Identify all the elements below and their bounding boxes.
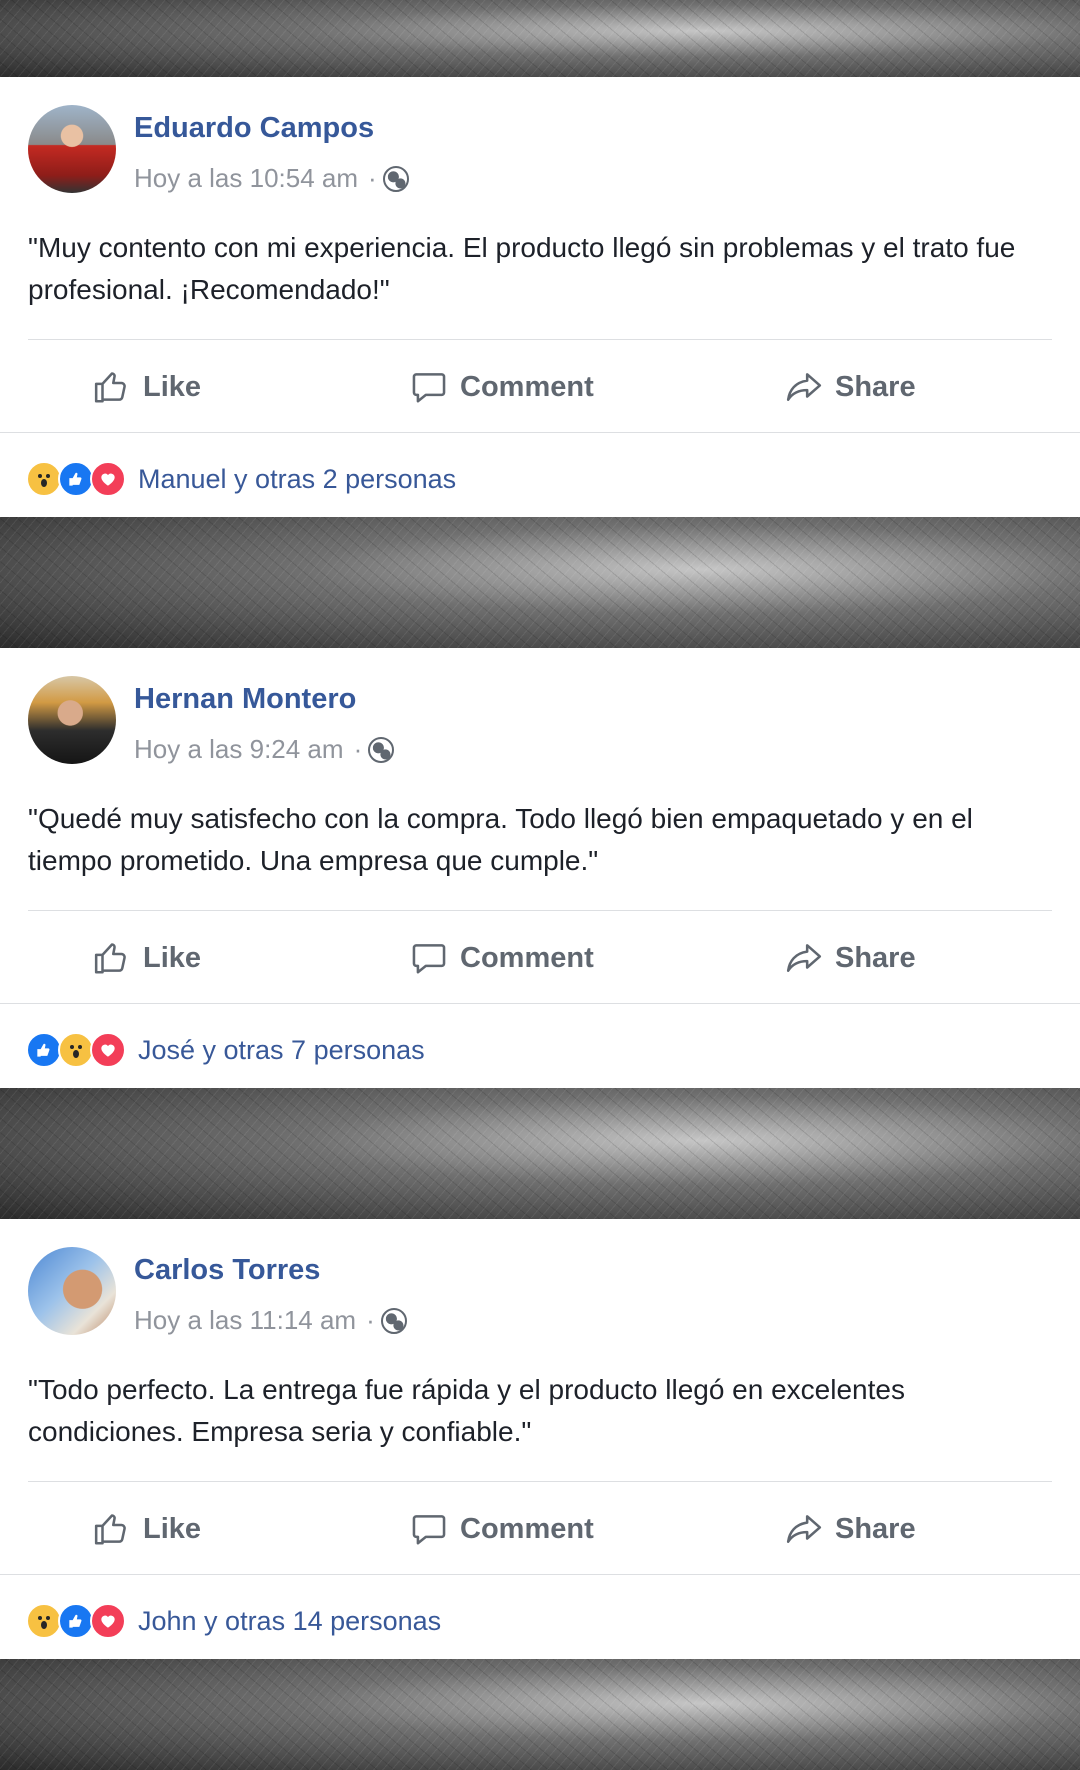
- author-name[interactable]: Eduardo Campos: [134, 112, 374, 145]
- like-label: Like: [143, 1512, 202, 1545]
- avatar[interactable]: [28, 676, 116, 764]
- share-label: Share: [835, 941, 916, 974]
- like-button[interactable]: Like: [93, 367, 201, 407]
- post-meta: Hoy a las 11:14 am ·: [134, 1305, 407, 1336]
- reactions-bar[interactable]: Manuel y otras 2 personas: [26, 459, 456, 499]
- reactions-bar[interactable]: John y otras 14 personas: [26, 1601, 441, 1641]
- divider: [0, 1003, 1080, 1004]
- comment-button[interactable]: Comment: [410, 938, 594, 978]
- like-reaction-icon: [58, 461, 94, 497]
- comment-bubble-icon: [412, 944, 446, 974]
- share-button[interactable]: Share: [785, 938, 916, 978]
- avatar[interactable]: [28, 1247, 116, 1335]
- background-band: [0, 1088, 1080, 1219]
- reactions-bar[interactable]: José y otras 7 personas: [26, 1030, 425, 1070]
- post-text: "Muy contento con mi experiencia. El pro…: [28, 232, 1016, 305]
- post-text: "Quedé muy satisfecho con la compra. Tod…: [28, 803, 973, 876]
- review-post: Carlos Torres Hoy a las 11:14 am · "Todo…: [0, 1219, 1080, 1659]
- divider: [28, 339, 1052, 340]
- wow-reaction-icon: [58, 1032, 94, 1068]
- reaction-summary[interactable]: John y otras 14 personas: [138, 1606, 441, 1637]
- post-timestamp[interactable]: Hoy a las 11:14 am: [134, 1305, 356, 1336]
- love-reaction-icon: [90, 1603, 126, 1639]
- comment-button[interactable]: Comment: [410, 1509, 594, 1549]
- share-label: Share: [835, 370, 916, 403]
- post-timestamp[interactable]: Hoy a las 9:24 am: [134, 734, 344, 765]
- background-band: [0, 517, 1080, 648]
- love-reaction-icon: [90, 1032, 126, 1068]
- globe-icon[interactable]: [380, 1307, 407, 1334]
- comment-button[interactable]: Comment: [410, 367, 594, 407]
- share-arrow-icon: [786, 373, 822, 401]
- background-band: [0, 1659, 1080, 1770]
- comment-label: Comment: [460, 370, 594, 403]
- thumbs-up-icon: [94, 1514, 126, 1545]
- background-band: [0, 0, 1080, 77]
- thumbs-up-icon: [94, 943, 126, 974]
- post-meta: Hoy a las 10:54 am ·: [134, 163, 409, 194]
- share-label: Share: [835, 1512, 916, 1545]
- share-button[interactable]: Share: [785, 1509, 916, 1549]
- divider: [0, 432, 1080, 433]
- wow-reaction-icon: [26, 461, 62, 497]
- globe-icon[interactable]: [382, 165, 409, 192]
- post-meta: Hoy a las 9:24 am ·: [134, 734, 395, 765]
- review-post: Hernan Montero Hoy a las 9:24 am · "Qued…: [0, 648, 1080, 1088]
- divider: [0, 1574, 1080, 1575]
- comment-label: Comment: [460, 1512, 594, 1545]
- meta-separator: ·: [368, 163, 377, 193]
- like-label: Like: [143, 941, 202, 974]
- post-text: "Todo perfecto. La entrega fue rápida y …: [28, 1374, 905, 1447]
- avatar[interactable]: [28, 105, 116, 193]
- like-label: Like: [143, 370, 202, 403]
- thumbs-up-icon: [94, 372, 126, 403]
- reaction-summary[interactable]: José y otras 7 personas: [138, 1035, 425, 1066]
- comment-bubble-icon: [412, 1515, 446, 1545]
- share-button[interactable]: Share: [785, 367, 916, 407]
- love-reaction-icon: [90, 461, 126, 497]
- like-button[interactable]: Like: [93, 1509, 201, 1549]
- author-name[interactable]: Hernan Montero: [134, 683, 356, 716]
- reaction-summary[interactable]: Manuel y otras 2 personas: [138, 464, 456, 495]
- comment-label: Comment: [460, 941, 594, 974]
- meta-separator: ·: [366, 1305, 375, 1335]
- divider: [28, 910, 1052, 911]
- post-timestamp[interactable]: Hoy a las 10:54 am: [134, 163, 358, 194]
- like-button[interactable]: Like: [93, 938, 201, 978]
- comment-bubble-icon: [412, 373, 446, 403]
- share-arrow-icon: [786, 1515, 822, 1543]
- review-post: Eduardo Campos Hoy a las 10:54 am · "Muy…: [0, 77, 1080, 517]
- like-reaction-icon: [26, 1032, 62, 1068]
- share-arrow-icon: [786, 944, 822, 972]
- like-reaction-icon: [58, 1603, 94, 1639]
- wow-reaction-icon: [26, 1603, 62, 1639]
- meta-separator: ·: [353, 734, 363, 764]
- divider: [28, 1481, 1052, 1482]
- author-name[interactable]: Carlos Torres: [134, 1254, 320, 1287]
- globe-icon[interactable]: [368, 736, 395, 763]
